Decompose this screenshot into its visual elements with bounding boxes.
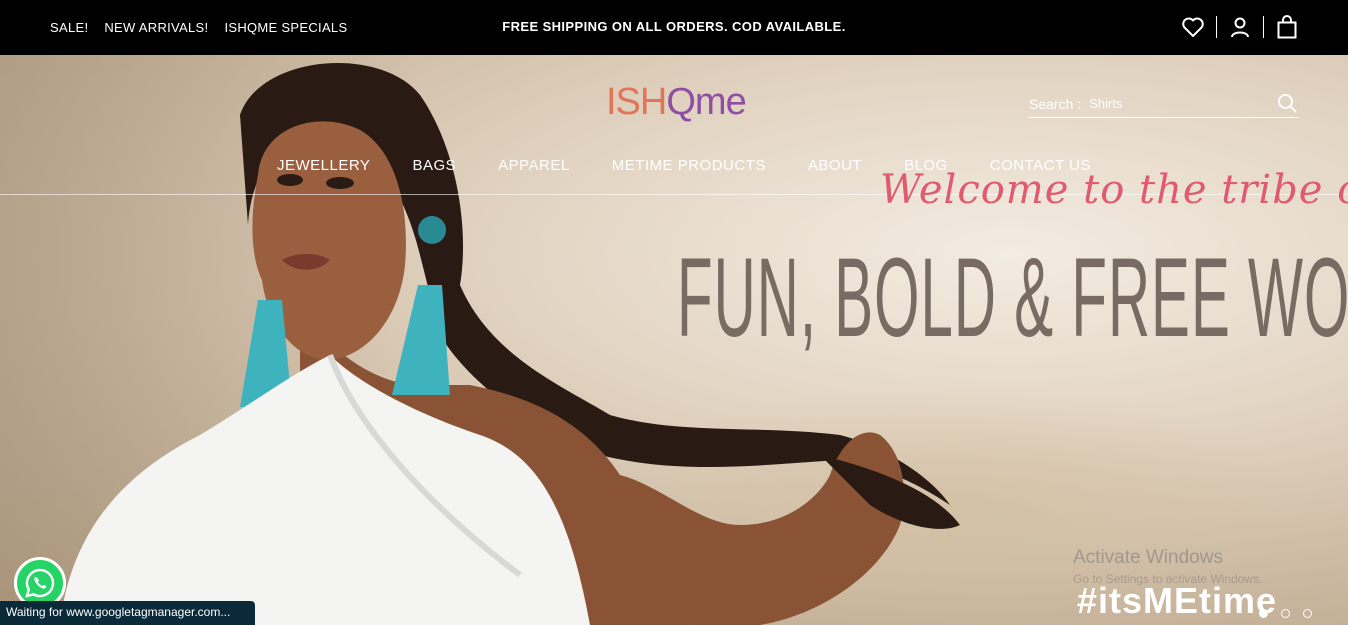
activate-windows-title: Activate Windows (1073, 547, 1223, 568)
heart-icon[interactable] (1180, 14, 1206, 40)
slide-dot-2[interactable] (1281, 609, 1290, 618)
hero-headline: FUN, BOLD & FREE WOMEN (677, 235, 1348, 360)
slide-dot-3[interactable] (1303, 609, 1312, 618)
ishqme-logo[interactable]: ISHQme (606, 81, 747, 124)
slide-dot-1[interactable] (1259, 609, 1268, 618)
nav-jewellery[interactable]: JEWELLERY (277, 157, 370, 174)
search-icon[interactable] (1277, 93, 1297, 118)
shopping-bag-icon[interactable] (1274, 14, 1300, 40)
search-input[interactable] (1089, 96, 1260, 111)
divider (1263, 16, 1264, 38)
shipping-banner: FREE SHIPPING ON ALL ORDERS. COD AVAILAB… (502, 19, 846, 34)
hashtag-text: #itsMEtime (1077, 580, 1278, 621)
user-icon[interactable] (1227, 14, 1253, 40)
nav-bags[interactable]: BAGS (412, 157, 456, 174)
nav-about[interactable]: ABOUT (808, 157, 862, 174)
account-icons (1180, 14, 1300, 40)
divider (1216, 16, 1217, 38)
top-bar: SALE! NEW ARRIVALS! ISHQME SPECIALS FREE… (0, 0, 1348, 55)
search-bar: Search : (1029, 90, 1299, 118)
logo-text: ISH (606, 81, 667, 123)
slider-dots (1259, 609, 1312, 618)
welcome-text: Welcome to the tribe of (880, 167, 1348, 213)
search-label: Search : (1029, 95, 1082, 112)
whatsapp-icon (25, 568, 55, 598)
logo-text: Qme (666, 81, 746, 123)
browser-status-bar: Waiting for www.googletagmanager.com... (0, 601, 255, 625)
hero-banner: ISHQme Search : JEWELLERY BAGS APPAREL M… (0, 55, 1348, 625)
nav-metime-products[interactable]: METIME PRODUCTS (612, 157, 766, 174)
nav-apparel[interactable]: APPAREL (498, 157, 570, 174)
